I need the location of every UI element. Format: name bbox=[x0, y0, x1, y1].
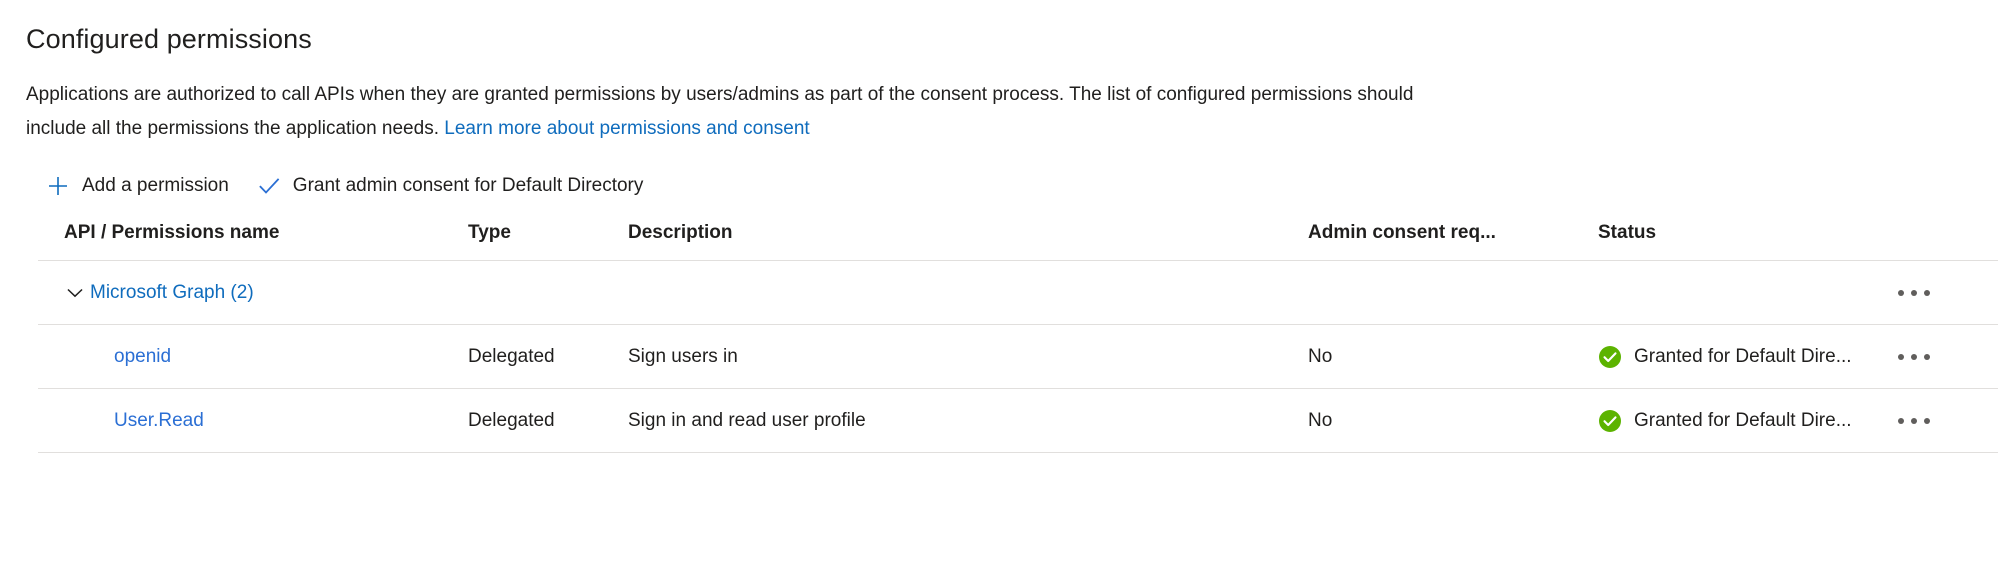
learn-more-link[interactable]: Learn more about permissions and consent bbox=[444, 118, 809, 139]
grant-admin-consent-button[interactable]: Grant admin consent for Default Director… bbox=[249, 166, 658, 206]
table-row[interactable]: User.Read Delegated Sign in and read use… bbox=[38, 388, 1998, 453]
dot bbox=[1924, 417, 1930, 424]
table-header-row: API / Permissions name Type Description … bbox=[38, 222, 1998, 261]
table-body: Microsoft Graph (2) openid Delegated Sig… bbox=[38, 260, 1998, 453]
status-badge: Granted for Default Dire... bbox=[1598, 409, 1888, 433]
column-header-type[interactable]: Type bbox=[468, 222, 628, 261]
group-name-wrapper: Microsoft Graph (2) bbox=[64, 282, 468, 304]
dot bbox=[1898, 353, 1904, 360]
dot bbox=[1924, 353, 1930, 360]
column-header-name[interactable]: API / Permissions name bbox=[38, 222, 468, 261]
dot bbox=[1911, 289, 1917, 296]
group-name-cell: Microsoft Graph (2) bbox=[38, 260, 468, 325]
permission-type-cell: Delegated bbox=[468, 324, 628, 389]
permission-status-cell: Granted for Default Dire... bbox=[1598, 324, 1888, 389]
group-menu-cell bbox=[1888, 260, 1998, 325]
column-header-description[interactable]: Description bbox=[628, 222, 1308, 261]
granted-check-icon bbox=[1598, 345, 1622, 369]
chevron-down-icon[interactable] bbox=[64, 282, 86, 304]
dot bbox=[1924, 289, 1930, 296]
checkmark-icon bbox=[257, 174, 281, 198]
add-a-permission-label: Add a permission bbox=[82, 175, 229, 196]
permission-link-user-read[interactable]: User.Read bbox=[64, 410, 204, 432]
dot bbox=[1911, 353, 1917, 360]
dot bbox=[1911, 417, 1917, 424]
status-badge: Granted for Default Dire... bbox=[1598, 345, 1888, 369]
dot bbox=[1898, 417, 1904, 424]
permission-type-cell: Delegated bbox=[468, 388, 628, 453]
column-header-menu bbox=[1888, 222, 1998, 261]
permission-name-cell: User.Read bbox=[38, 388, 468, 453]
column-header-admin-consent[interactable]: Admin consent req... bbox=[1308, 222, 1598, 261]
permission-admin-consent-cell: No bbox=[1308, 388, 1598, 453]
permission-admin-consent-cell: No bbox=[1308, 324, 1598, 389]
status-text: Granted for Default Dire... bbox=[1634, 409, 1852, 431]
configured-permissions-table: API / Permissions name Type Description … bbox=[38, 222, 1998, 453]
more-options-icon[interactable] bbox=[1888, 276, 1940, 310]
plus-icon bbox=[46, 174, 70, 198]
more-options-icon[interactable] bbox=[1888, 404, 1940, 438]
group-status-cell bbox=[1598, 260, 1888, 325]
grant-admin-consent-label: Grant admin consent for Default Director… bbox=[292, 175, 644, 196]
permission-menu-cell bbox=[1888, 324, 1998, 389]
page-title: Configured permissions bbox=[26, 24, 312, 54]
permission-description-cell: Sign users in bbox=[628, 324, 1308, 389]
dot bbox=[1898, 289, 1904, 296]
table-header: API / Permissions name Type Description … bbox=[38, 222, 1998, 261]
group-link-microsoft-graph[interactable]: Microsoft Graph (2) bbox=[90, 282, 254, 304]
table-row[interactable]: openid Delegated Sign users in No Grante… bbox=[38, 324, 1998, 389]
description-line-2-prefix: include all the permissions the applicat… bbox=[26, 118, 445, 139]
permission-link-openid[interactable]: openid bbox=[64, 346, 171, 368]
permission-description-cell: Sign in and read user profile bbox=[628, 388, 1308, 453]
group-admin-consent-cell bbox=[1308, 260, 1598, 325]
permission-name-cell: openid bbox=[38, 324, 468, 389]
configured-permissions-panel: Configured permissions Applications are … bbox=[0, 0, 2008, 453]
granted-check-icon bbox=[1598, 409, 1622, 433]
permission-menu-cell bbox=[1888, 388, 1998, 453]
permission-status-cell: Granted for Default Dire... bbox=[1598, 388, 1888, 453]
group-type-cell bbox=[468, 260, 628, 325]
description-line-1: Applications are authorized to call APIs… bbox=[26, 84, 1414, 105]
description-text: Applications are authorized to call APIs… bbox=[26, 78, 1926, 146]
command-bar: Add a permission Grant admin consent for… bbox=[38, 166, 2008, 206]
description-line-2: include all the permissions the applicat… bbox=[26, 112, 1926, 146]
column-header-status[interactable]: Status bbox=[1598, 222, 1888, 261]
status-text: Granted for Default Dire... bbox=[1634, 345, 1852, 367]
group-description-cell bbox=[628, 260, 1308, 325]
add-a-permission-button[interactable]: Add a permission bbox=[38, 166, 243, 206]
more-options-icon[interactable] bbox=[1888, 340, 1940, 374]
table-row-group-microsoft-graph[interactable]: Microsoft Graph (2) bbox=[38, 260, 1998, 325]
